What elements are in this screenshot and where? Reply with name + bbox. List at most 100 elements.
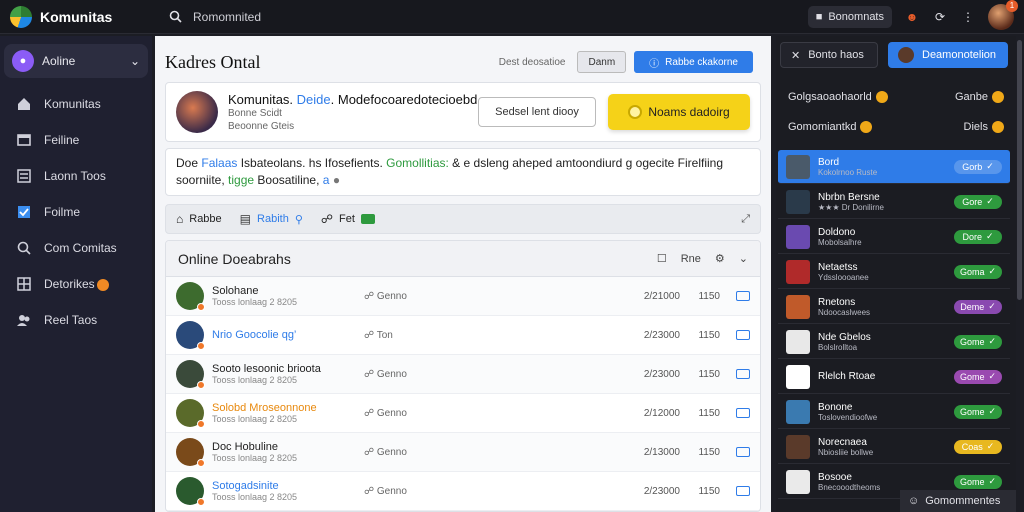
avatar[interactable] <box>176 438 205 467</box>
list-item[interactable]: Doldono Mobolsalhre Dore ✓ <box>778 220 1010 254</box>
table-row[interactable]: Nrio Goocolie qg’ ☍ Ton 2/23000 1150 <box>166 316 760 355</box>
sidebar-item-label: Reel Taos <box>44 313 98 327</box>
row-name: Solobd Mroseonnone <box>212 402 317 414</box>
message-icon[interactable] <box>736 291 750 301</box>
item-subtitle: Ydssloooanee <box>818 272 869 282</box>
secondary-button[interactable]: Sedsel lent diooy <box>478 97 596 127</box>
list-item[interactable]: Nde Gbelos Bolslrolltoa Gome ✓ <box>778 325 1010 359</box>
item-subtitle: Mobolsalhre <box>818 237 862 247</box>
message-icon[interactable] <box>736 447 750 457</box>
avatar[interactable] <box>176 282 205 311</box>
user-avatar[interactable]: 1 <box>988 0 1018 30</box>
item-subtitle: Ndoocaslwees <box>818 307 871 317</box>
status-chip <box>360 214 375 224</box>
search-input[interactable] <box>193 9 433 24</box>
sidebar-item-com-comitas[interactable]: Com Comitas <box>4 230 148 266</box>
row-count: 1150 <box>698 446 720 458</box>
status-badge[interactable]: Deme ✓ <box>954 299 1002 314</box>
list-item[interactable]: Rlelch Rtoae Gome ✓ <box>778 360 1010 394</box>
status-badge[interactable]: Dore ✓ <box>954 229 1002 244</box>
header-link[interactable]: Dest deosatioe <box>499 57 566 68</box>
header-button[interactable]: Danm <box>577 51 627 73</box>
status-badge[interactable]: Gome ✓ <box>954 369 1002 384</box>
tab-rabbe[interactable]: ⌂ Rabbe <box>176 212 222 226</box>
check-icon: ✓ <box>986 196 994 206</box>
tag-icon: ☍ <box>364 407 377 419</box>
online-indicator <box>197 459 205 467</box>
status-badge[interactable]: Gome ✓ <box>954 404 1002 419</box>
left-sidebar: ● Aoline ⌄ Komunitas Feiline Laonn Toos … <box>0 36 152 512</box>
sidebar-item-reel-taos[interactable]: Reel Taos <box>4 302 148 338</box>
right-list: Bord Kokolrnoo Ruste Gorb ✓ Nbrbn Bersne ★★★ … <box>778 150 1010 500</box>
globe-icon: ● <box>332 173 341 187</box>
chevron-down-icon: ⌄ <box>129 54 140 68</box>
settings-icon[interactable]: ⚙ <box>715 252 725 265</box>
tab-rabith[interactable]: ▤ Rabith ⚲ <box>240 212 303 226</box>
refresh-icon[interactable]: ⟳ <box>932 9 948 25</box>
status-badge[interactable]: Gome ✓ <box>954 474 1002 489</box>
status-badge[interactable]: Gore ✓ <box>954 194 1002 209</box>
status-badge[interactable]: Gorb ✓ <box>954 159 1002 174</box>
message-icon[interactable] <box>736 369 750 379</box>
list-control-label[interactable]: Rne <box>681 253 701 265</box>
tag-icon: ☍ <box>364 290 377 302</box>
thumbnail <box>786 399 810 424</box>
item-subtitle: Nbiosliie bollwe <box>818 447 874 457</box>
list-item[interactable]: Bonone Toslovendioofwe Gome ✓ <box>778 395 1010 429</box>
sidebar-item-komunitas[interactable]: Komunitas <box>4 86 148 122</box>
status-badge[interactable]: Gome ✓ <box>954 334 1002 349</box>
thumbnail <box>786 329 810 354</box>
highlight-button[interactable]: Noams dadoirg <box>608 94 750 130</box>
avatar[interactable] <box>176 360 205 389</box>
avatar[interactable] <box>176 321 205 350</box>
sidebar-item-laonn-toos[interactable]: Laonn Toos <box>4 158 148 194</box>
table-row[interactable]: Sooto lesoonic brioota Tooss lonlaag 2 82… <box>166 355 760 394</box>
row-date: 2/12000 <box>643 407 680 419</box>
status-selector[interactable]: ● Aoline ⌄ <box>4 44 148 78</box>
app-logo[interactable]: Komunitas <box>0 5 155 28</box>
checkbox-icon <box>16 204 32 220</box>
primary-action-button[interactable]: ⓘ Rabbe ckakorne <box>634 51 753 73</box>
item-name: Bonone <box>818 401 853 413</box>
status-icon: ● <box>12 50 34 72</box>
check-icon: ✓ <box>988 406 997 416</box>
item-name: Rlelch Rtoae <box>818 371 876 382</box>
tab-bar: ⌂ Rabbe ▤ Rabith ⚲ ☍ Fet ⤢ <box>165 204 761 234</box>
avatar[interactable] <box>176 399 205 428</box>
message-icon[interactable] <box>736 330 750 340</box>
list-item[interactable]: Rnetons Ndoocaslwees Deme ✓ <box>778 290 1010 324</box>
user-alert-icon[interactable]: ☻ <box>904 9 920 25</box>
profile-avatar[interactable] <box>176 91 218 133</box>
status-badge[interactable]: Goma ✓ <box>954 264 1002 279</box>
list-item[interactable]: Bord Kokolrnoo Ruste Gorb ✓ <box>778 150 1010 184</box>
scrollbar[interactable] <box>1017 40 1022 300</box>
footer-button[interactable]: ☺ Gomommentes <box>900 490 1016 512</box>
sidebar-item-detorikes[interactable]: Detorikes <box>4 266 148 302</box>
account-button[interactable]: ■ Bonomnats <box>807 5 892 28</box>
chevron-down-icon[interactable]: ⌄ <box>739 252 748 265</box>
row-count: 1150 <box>698 290 720 302</box>
list-item[interactable]: Nbrbn Bersne ★★★ Dr Donilirne Gore ✓ <box>778 185 1010 219</box>
status-badge[interactable]: Coas ✓ <box>954 439 1002 454</box>
message-icon[interactable] <box>736 408 750 418</box>
sidebar-item-foilme[interactable]: Foilme <box>4 194 148 230</box>
avatar[interactable] <box>176 477 205 506</box>
section-header: Golgsaoaohaorld Ganbe <box>776 82 1016 112</box>
table-row[interactable]: Solohane Tooss lonlaag 2 8205 ☍ Genno 2/210… <box>166 277 760 316</box>
table-row[interactable]: Sotogadsinite Tooss lonlaag 2 8205 ☍ Genno… <box>166 472 760 511</box>
table-row[interactable]: Doc Hobuline Tooss lonlaag 2 8205 ☍ Genno 2… <box>166 433 760 472</box>
list-item[interactable]: Norecnaea Nbiosliie bollwe Coas ✓ <box>778 430 1010 464</box>
table-row[interactable]: Solobd Mroseonnone Tooss lonlaag 2 8205 ☍ … <box>166 394 760 433</box>
sidebar-item-feiline[interactable]: Feiline <box>4 122 148 158</box>
right-top-button[interactable]: ✕ Bonto haos <box>780 42 878 68</box>
list-item[interactable]: Netaetss Ydssloooanee Goma ✓ <box>778 255 1010 289</box>
right-primary-button[interactable]: Deamonotelion <box>888 42 1008 68</box>
item-name: Doldono <box>818 226 856 238</box>
message-icon[interactable] <box>736 486 750 496</box>
tab-fet[interactable]: ☍ Fet <box>321 212 375 226</box>
item-subtitle: Kokolrnoo Ruste <box>818 167 878 177</box>
more-vertical-icon[interactable]: ⋮ <box>960 9 976 25</box>
profile-subtitle: Bonne Scidt <box>228 107 282 119</box>
check-icon: ✓ <box>988 371 997 381</box>
expand-icon[interactable]: ⤢ <box>741 213 750 226</box>
